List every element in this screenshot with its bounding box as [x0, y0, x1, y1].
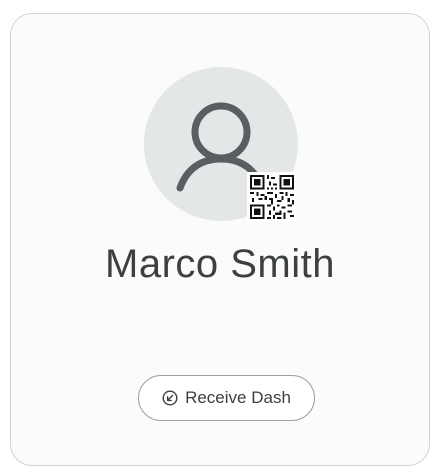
receive-dash-button[interactable]: Receive Dash: [138, 375, 315, 421]
profile-card: Marco Smith Receive Dash: [10, 13, 430, 466]
arrow-down-left-circle-icon: [162, 390, 178, 406]
qr-code-icon[interactable]: [247, 172, 297, 222]
profile-name: Marco Smith: [105, 242, 335, 286]
avatar[interactable]: [144, 67, 298, 222]
receive-dash-label: Receive Dash: [185, 388, 291, 407]
